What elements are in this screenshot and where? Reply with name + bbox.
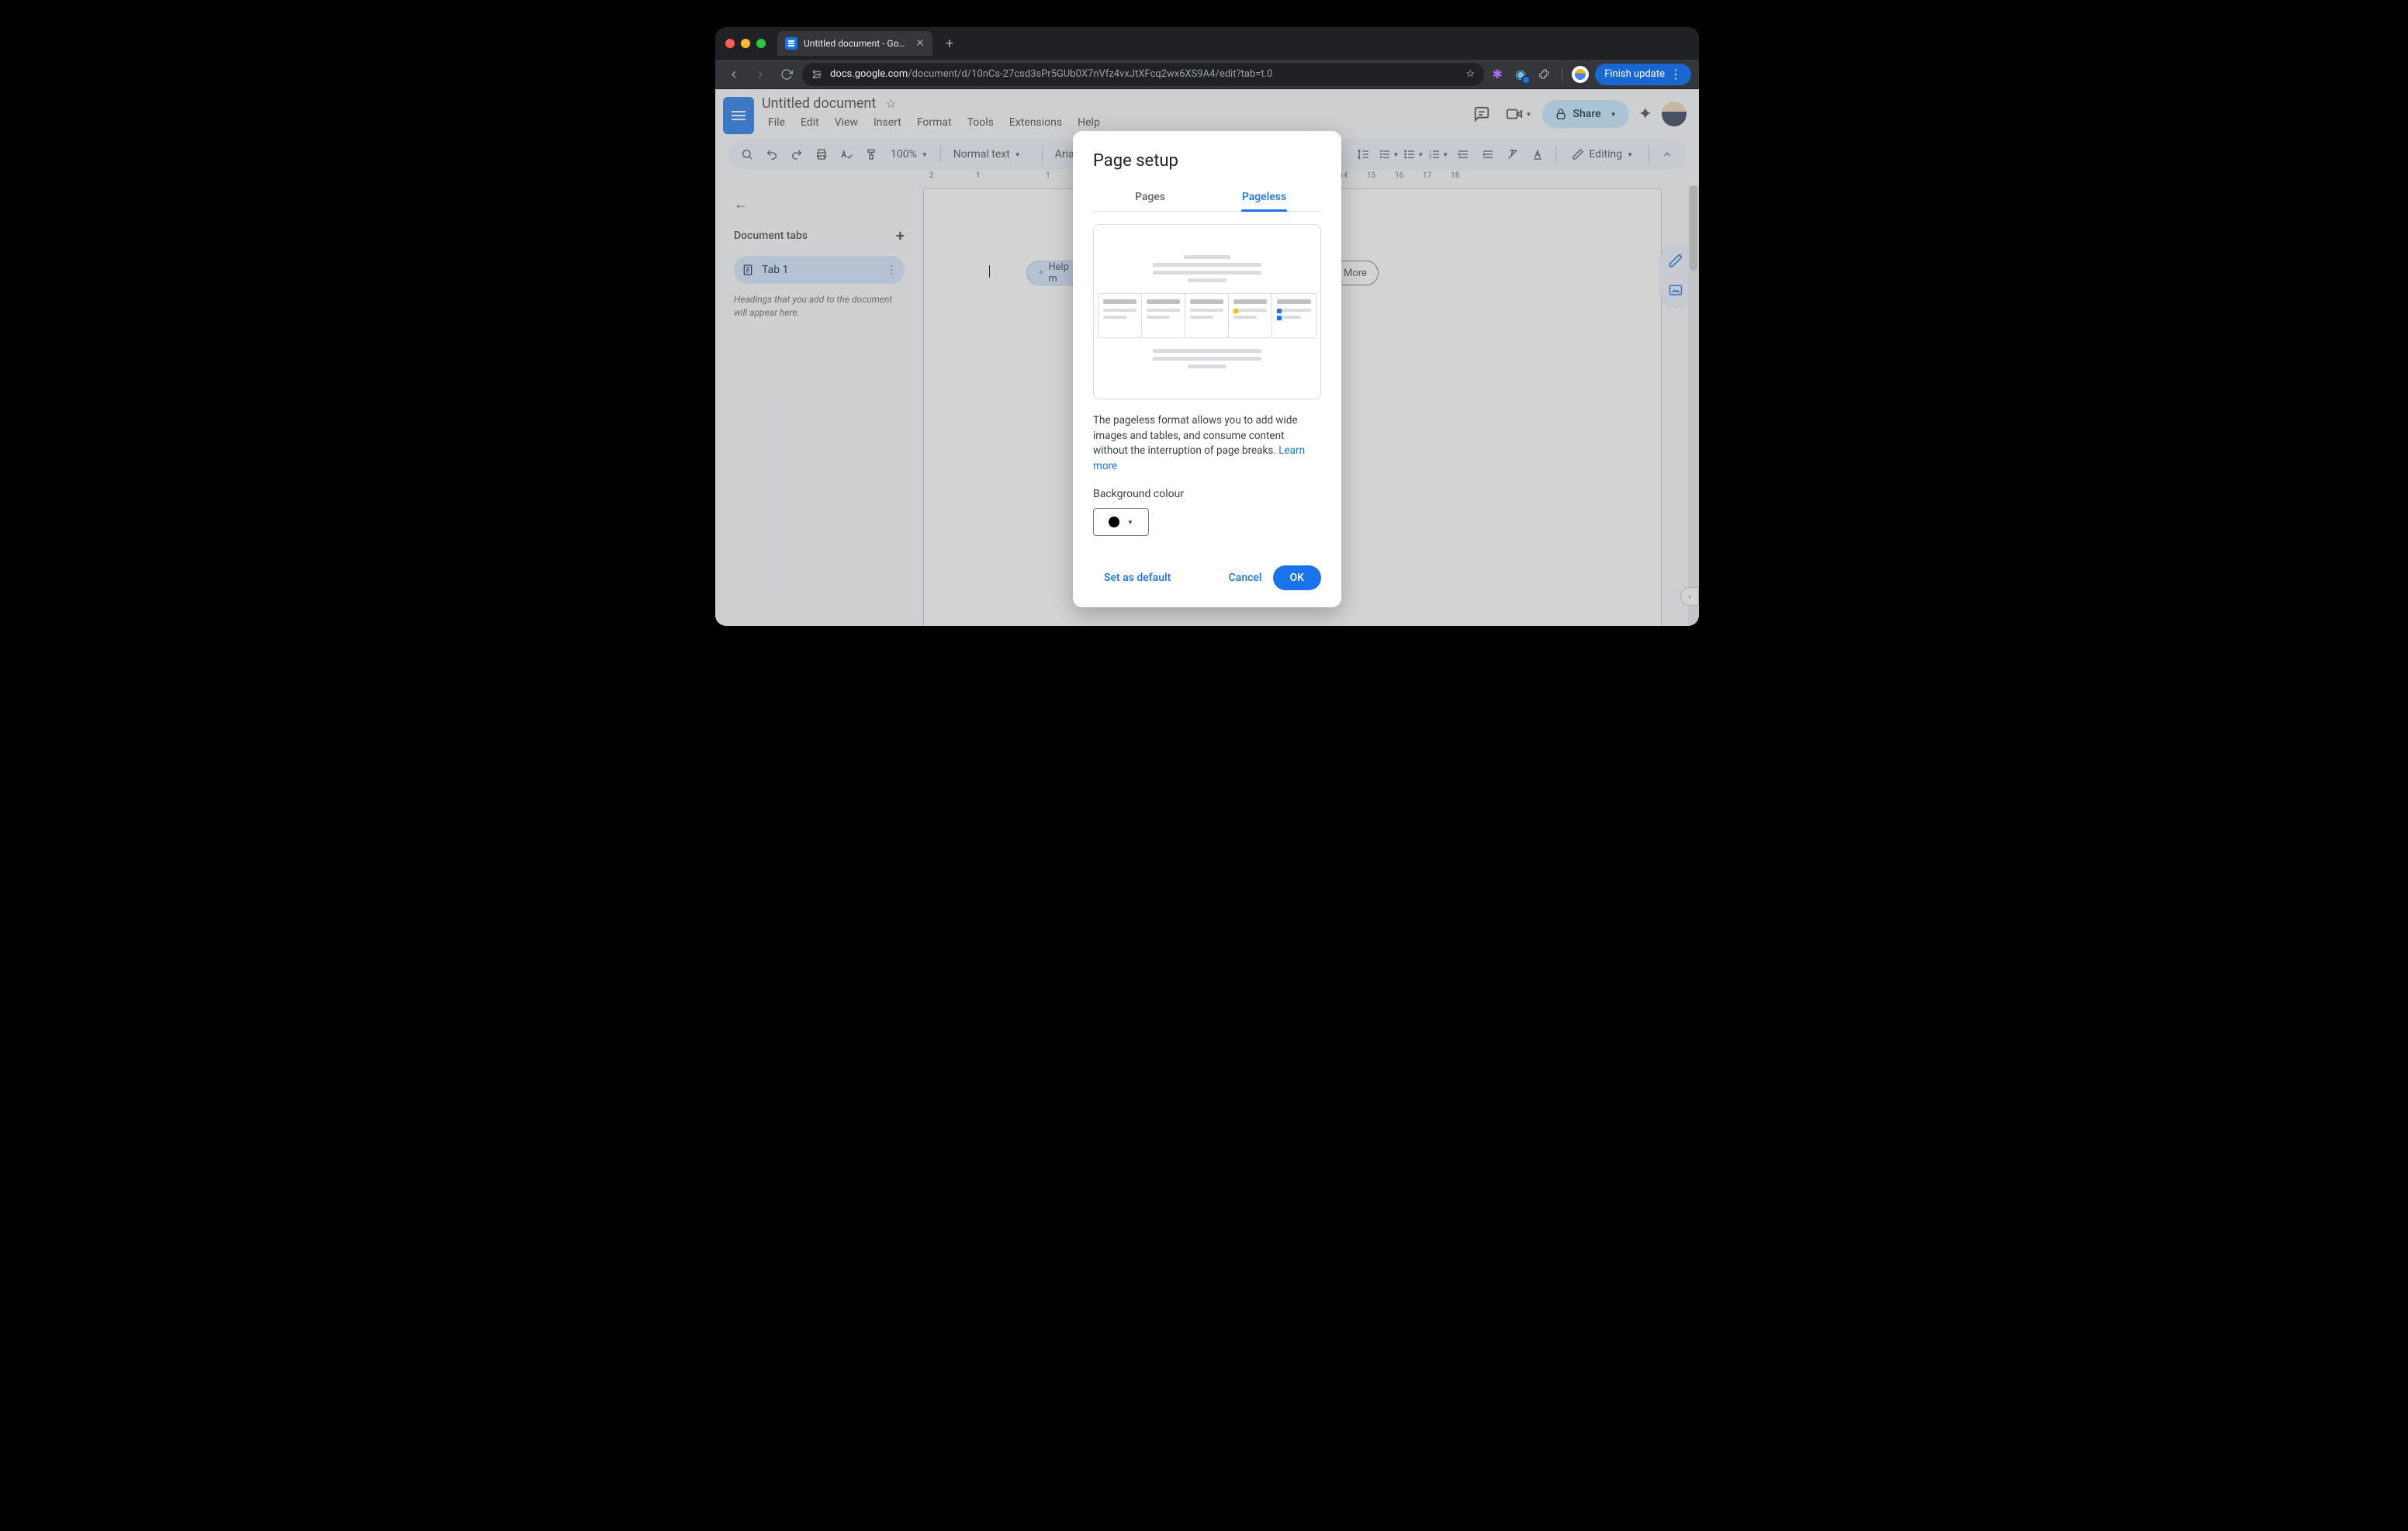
browser-window: Untitled document - Google D… ✕ + docs.g…	[715, 27, 1699, 626]
fullscreen-window-button[interactable]	[756, 39, 766, 48]
pageless-description: The pageless format allows you to add wi…	[1093, 413, 1321, 474]
cancel-button[interactable]: Cancel	[1218, 565, 1273, 590]
tab-close-icon[interactable]: ✕	[915, 37, 925, 50]
profile-avatar-icon[interactable]	[1572, 66, 1589, 83]
finish-update-button[interactable]: Finish update ⋮	[1595, 64, 1691, 85]
window-controls	[725, 39, 766, 48]
minimize-window-button[interactable]	[741, 39, 750, 48]
extension-1-icon[interactable]: ✱	[1489, 66, 1506, 83]
extensions-row: ✱ ◉ Finish update ⋮	[1489, 64, 1691, 85]
reload-button[interactable]	[776, 64, 797, 85]
ok-button[interactable]: OK	[1273, 565, 1322, 590]
set-as-default-button[interactable]: Set as default	[1093, 565, 1182, 590]
background-colour-label: Background colour	[1093, 488, 1321, 500]
bookmark-star-icon[interactable]: ☆	[1466, 68, 1476, 80]
address-bar[interactable]: docs.google.com/document/d/10nCs-27csd3s…	[802, 63, 1484, 86]
caret-down-icon: ▼	[1127, 519, 1133, 526]
colour-swatch-icon	[1109, 517, 1119, 527]
tab-pages[interactable]: Pages	[1093, 183, 1207, 211]
dialog-title: Page setup	[1093, 151, 1321, 171]
extension-2-icon[interactable]: ◉	[1512, 66, 1529, 83]
tab-pageless[interactable]: Pageless	[1207, 183, 1321, 211]
address-bar-row: docs.google.com/document/d/10nCs-27csd3s…	[715, 60, 1699, 89]
tab-strip: Untitled document - Google D… ✕ +	[715, 27, 1699, 60]
dialog-tabs: Pages Pageless	[1093, 183, 1321, 212]
background-colour-picker[interactable]: ▼	[1093, 508, 1149, 536]
nav-forward-button[interactable]	[749, 64, 771, 85]
url-text: docs.google.com/document/d/10nCs-27csd3s…	[830, 68, 1272, 80]
finish-update-label: Finish update	[1604, 68, 1665, 80]
nav-back-button[interactable]	[723, 64, 745, 85]
browser-tab[interactable]: Untitled document - Google D… ✕	[777, 31, 932, 56]
pageless-illustration	[1093, 224, 1321, 399]
docs-favicon-icon	[785, 37, 797, 50]
page-setup-dialog: Page setup Pages Pageless	[1073, 131, 1341, 607]
new-tab-button[interactable]: +	[939, 33, 960, 54]
close-window-button[interactable]	[725, 39, 735, 48]
extensions-menu-icon[interactable]	[1535, 66, 1552, 83]
more-menu-icon[interactable]: ⋮	[1669, 67, 1682, 81]
content-area: Untitled document ☆ File Edit View Inser…	[715, 89, 1699, 626]
site-settings-icon[interactable]	[811, 69, 822, 80]
tab-title: Untitled document - Google D…	[804, 38, 909, 49]
